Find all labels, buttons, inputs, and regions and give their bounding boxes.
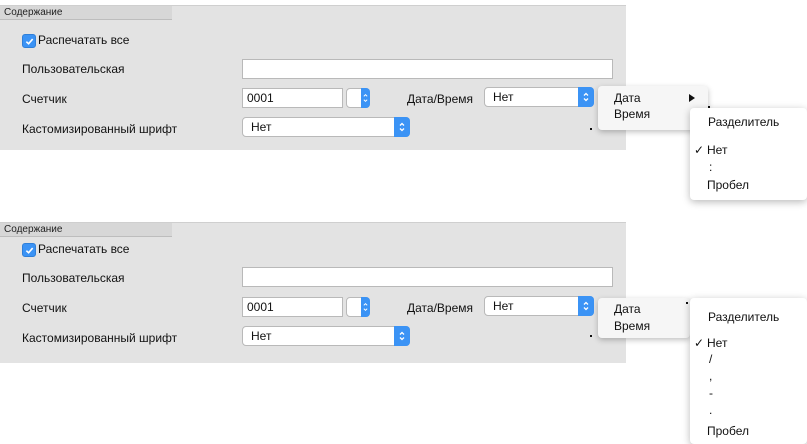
- counter-label: Счетчик: [22, 92, 67, 106]
- datetime-label: Дата/Время: [407, 301, 474, 315]
- content-panel-2: Содержание Распечатать все Пользовательс…: [0, 222, 626, 363]
- counter-field[interactable]: 0001: [242, 88, 343, 108]
- submenu-item[interactable]: .: [709, 403, 712, 417]
- popup-arrows-icon: [394, 326, 410, 346]
- separator-submenu-1: Разделитель ✓ Нет : Пробел: [690, 108, 807, 200]
- menu-item-date[interactable]: Дата: [614, 91, 641, 105]
- submenu-title: Разделитель: [708, 115, 780, 129]
- submenu-item[interactable]: ,: [709, 369, 712, 383]
- datetime-select-value: Нет: [493, 90, 514, 104]
- font-select-value: Нет: [251, 329, 272, 343]
- print-all-checkbox[interactable]: [22, 34, 36, 48]
- datetime-label: Дата/Время: [407, 92, 474, 106]
- menu-corner-mark: [590, 335, 592, 337]
- custom-text-field[interactable]: [242, 59, 613, 79]
- popup-arrows-icon: [578, 296, 594, 316]
- datetime-menu-2: Дата Время: [598, 298, 690, 338]
- stepper-arrows-icon: [361, 297, 370, 317]
- font-label: Кастомизированный шрифт: [22, 122, 178, 136]
- checkmark-icon: [25, 38, 33, 45]
- counter-stepper[interactable]: [346, 88, 370, 108]
- print-all-checkbox[interactable]: [22, 243, 36, 257]
- datetime-select-value: Нет: [493, 299, 514, 313]
- content-panel-1: Содержание Распечатать все Пользовательс…: [0, 5, 626, 150]
- menu-item-date[interactable]: Дата: [614, 302, 641, 316]
- font-select-value: Нет: [251, 120, 272, 134]
- menu-corner-mark: [590, 128, 592, 130]
- custom-text-field[interactable]: [242, 267, 613, 287]
- submenu-item[interactable]: :: [709, 160, 712, 174]
- checkmark-icon: ✓: [694, 336, 705, 350]
- panel-header: Содержание: [0, 223, 172, 237]
- submenu-item[interactable]: -: [709, 386, 713, 400]
- checkmark-icon: ✓: [694, 143, 705, 157]
- popup-arrows-icon: [578, 87, 594, 107]
- submenu-item[interactable]: /: [709, 352, 712, 366]
- datetime-select[interactable]: Нет: [484, 296, 594, 316]
- print-all-label: Распечатать все: [38, 242, 130, 256]
- counter-stepper[interactable]: [346, 297, 370, 317]
- submenu-item[interactable]: Пробел: [707, 178, 749, 192]
- submenu-item[interactable]: Нет: [707, 143, 727, 157]
- submenu-arrow-icon: [689, 94, 695, 102]
- checkmark-icon: [25, 247, 33, 254]
- font-label: Кастомизированный шрифт: [22, 331, 178, 345]
- separator-submenu-2: Разделитель ✓ Нет / , - . Пробел: [690, 298, 807, 444]
- print-all-label: Распечатать все: [38, 33, 130, 47]
- menu-corner-mark: [686, 302, 688, 304]
- popup-arrows-icon: [394, 117, 410, 137]
- counter-field[interactable]: 0001: [242, 297, 343, 317]
- menu-item-time[interactable]: Время: [614, 319, 650, 333]
- font-select[interactable]: Нет: [242, 326, 410, 346]
- datetime-select[interactable]: Нет: [484, 87, 594, 107]
- panel-header: Содержание: [0, 6, 172, 20]
- submenu-item[interactable]: Нет: [707, 336, 727, 350]
- custom-label: Пользовательская: [22, 62, 125, 76]
- custom-label: Пользовательская: [22, 271, 125, 285]
- submenu-title: Разделитель: [708, 310, 780, 324]
- stepper-arrows-icon: [361, 88, 370, 108]
- menu-item-time[interactable]: Время: [614, 107, 650, 121]
- font-select[interactable]: Нет: [242, 117, 410, 137]
- counter-label: Счетчик: [22, 301, 67, 315]
- submenu-item[interactable]: Пробел: [707, 424, 749, 438]
